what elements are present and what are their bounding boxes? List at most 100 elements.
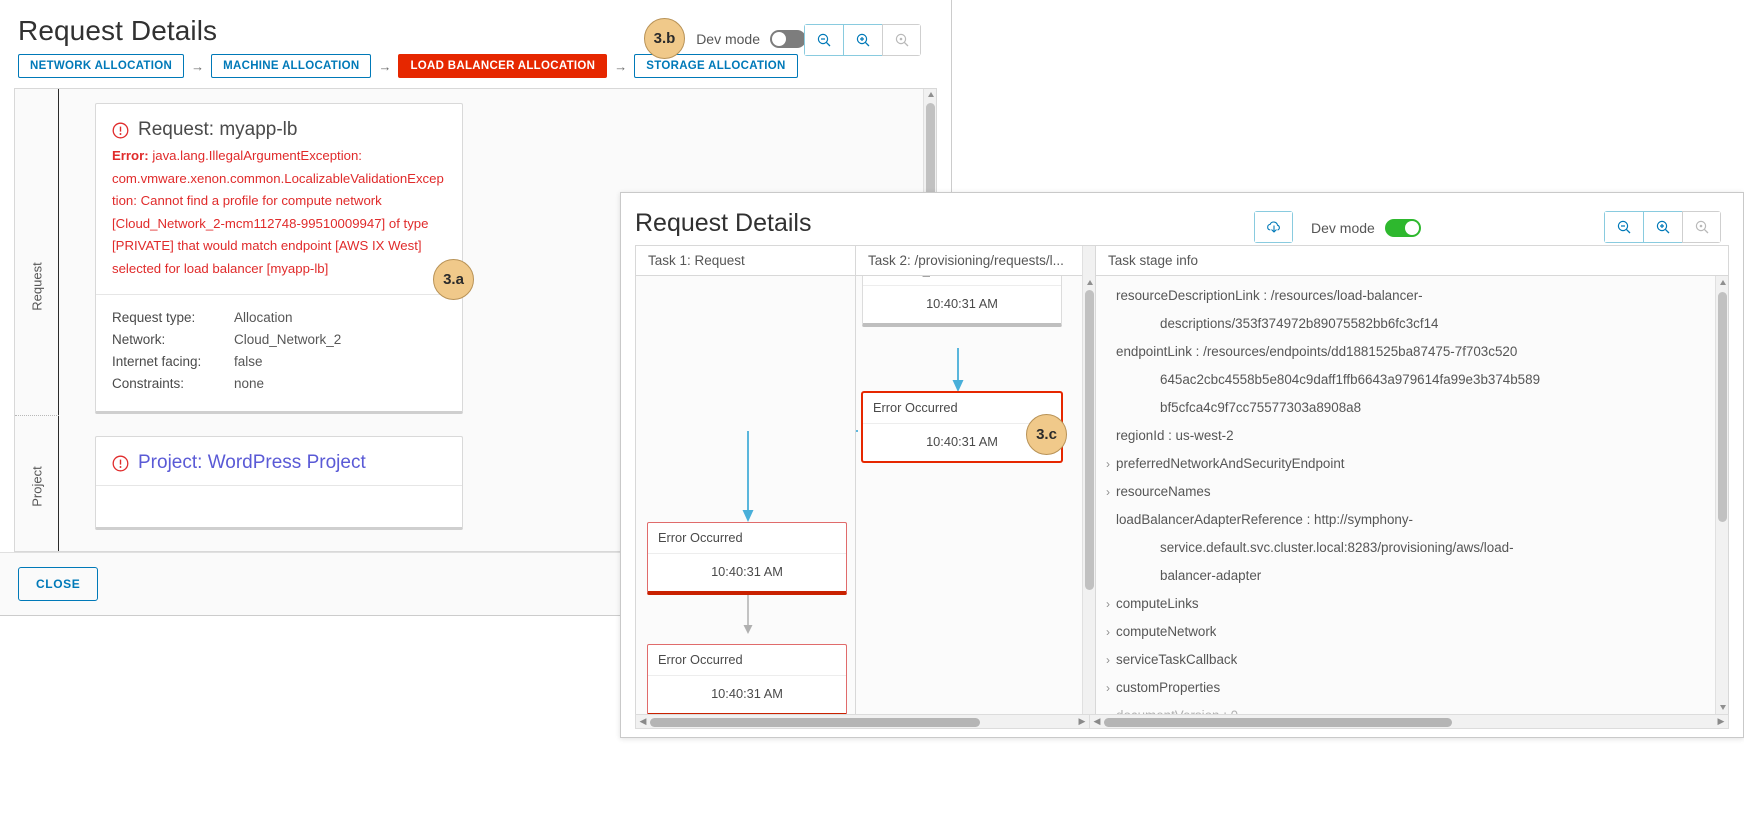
task-stage-info-body: resourceDescriptionLink : /resources/loa… [1096,276,1728,714]
task-node[interactable]: Error Occurred 10:40:31 AM [647,522,847,595]
info-panel-horizontal-scrollbar[interactable]: ◀ ▶ [1090,714,1729,729]
scrollbar-thumb[interactable] [1085,290,1094,590]
dialog2-title: Request Details [635,209,812,237]
info-row-text: resourceDescriptionLink : /resources/loa… [1116,288,1423,303]
zoom-fit-icon [1695,220,1708,234]
info-row-text: bf5cfca4c9f7cc75577303a8908a8 [1160,400,1362,415]
callout-3c: 3.c [1026,414,1067,455]
info-row-text: 645ac2cbc4558b5e804c9daff1ffb6643a979614… [1160,372,1541,387]
scroll-down-arrow-icon[interactable] [1719,705,1726,710]
info-row-text: balancer-adapter [1160,568,1262,583]
dev-mode-toggle[interactable] [770,30,806,48]
field-row: Request type: Allocation [112,307,446,329]
breadcrumb-chip-machine-allocation[interactable]: MACHINE ALLOCATION [211,54,372,78]
cloud-download-icon [1266,221,1280,233]
error-icon [112,455,129,471]
info-row-text: preferredNetworkAndSecurityEndpoint [1116,456,1345,471]
dev-mode-control[interactable]: Dev mode [696,30,806,48]
project-card-title-row[interactable]: Project: WordPress Project [112,451,446,475]
zoom-in-icon [856,33,870,47]
zoom-fit-button[interactable] [1682,211,1721,243]
task-column-2: Task 2: /provisioning/requests/l... SELE… [856,246,1096,714]
info-row-text: resourceNames [1116,484,1211,499]
info-row-expandable[interactable]: › serviceTaskCallback [1100,646,1706,674]
field-key: Constraints: [112,376,185,391]
field-key: Internet facing: [112,354,202,369]
task-node[interactable]: Error Occurred 10:40:31 AM [647,644,847,714]
scroll-up-arrow-icon[interactable] [1086,280,1093,285]
info-row: regionId : us-west-2 [1100,422,1706,450]
download-button[interactable] [1254,211,1293,243]
zoom-button-group [1604,211,1721,243]
chevron-right-icon[interactable]: › [1100,478,1116,506]
task-graph-and-info: Task 1: Request Error Occurred 10:40:31 … [635,245,1729,714]
scroll-right-arrow-icon[interactable]: ▶ [1714,714,1728,729]
info-row-text: computeLinks [1116,596,1199,611]
field-value: Cloud_Network_2 [234,332,342,347]
scrollbar-thumb[interactable] [1718,292,1727,522]
info-panel-vertical-scrollbar[interactable] [1715,276,1728,714]
zoom-in-button[interactable] [1643,211,1682,243]
rail-label-project: Project [29,466,44,507]
task-column-1-canvas: Error Occurred 10:40:31 AM Error Occurre… [636,276,855,714]
chevron-right-icon[interactable]: › [1100,674,1116,702]
screenshot-root: Request Details Dev mode 3.b NETWORK ALL… [0,0,1744,818]
field-value: false [234,354,263,369]
horizontal-scrollbars: ◀ ▶ ◀ ▶ [635,714,1729,729]
request-card-title-row: Request: myapp-lb [112,118,446,142]
info-row: balancer-adapter [1100,562,1706,590]
toggle-knob [772,32,786,46]
request-details-dialog-foreground: Request Details Dev mode Task 1: Request… [620,192,1744,738]
task-column-2-header: Task 2: /provisioning/requests/l... [856,246,1095,276]
scroll-up-arrow-icon[interactable] [1719,280,1726,285]
request-error-message: Error: java.lang.IllegalArgumentExceptio… [112,145,446,280]
chevron-right-icon[interactable]: › [1100,590,1116,618]
dev-mode-control[interactable]: Dev mode [1311,219,1421,237]
task-node-title: Error Occurred [648,645,846,676]
project-card: Project: WordPress Project [95,436,463,530]
chevron-right-icon[interactable]: › [1100,618,1116,646]
request-card-title: Request: myapp-lb [138,119,298,140]
dialog1-header: Request Details Dev mode 3.b [0,0,951,59]
task-node-time: 10:40:31 AM [711,686,783,701]
scroll-left-arrow-icon[interactable]: ◀ [1090,714,1104,729]
task-node[interactable]: SELECT_PROFILE 10:40:31 AM [862,276,1062,327]
zoom-in-button[interactable] [843,24,882,56]
close-button[interactable]: CLOSE [18,567,99,601]
dev-mode-toggle[interactable] [1384,219,1421,237]
field-row: Constraints: none [112,373,446,395]
info-row-expandable[interactable]: › resourceNames [1100,478,1706,506]
field-key: Network: [112,332,166,347]
dev-mode-label: Dev mode [696,31,760,47]
info-row: loadBalancerAdapterReference : http://sy… [1100,506,1706,534]
zoom-button-group [804,24,921,56]
task-stage-info-panel: Task stage info resourceDescriptionLink … [1096,246,1728,714]
zoom-in-icon [1656,220,1670,234]
scroll-right-arrow-icon[interactable]: ▶ [1075,714,1089,729]
section-rail: Request Project [15,89,59,551]
scrollbar-thumb[interactable] [1104,718,1452,727]
request-card-header: Request: myapp-lb Error: java.lang.Illeg… [96,104,462,290]
zoom-out-button[interactable] [1604,211,1643,243]
rail-spacer [59,89,95,551]
breadcrumb-chip-load-balancer-allocation[interactable]: LOAD BALANCER ALLOCATION [398,54,608,78]
info-row-expandable[interactable]: › customProperties [1100,674,1706,702]
scroll-up-arrow-icon[interactable] [927,92,934,97]
field-row: Internet facing: false [112,351,446,373]
info-row-expandable[interactable]: › computeLinks [1100,590,1706,618]
chevron-right-icon[interactable]: › [1100,646,1116,674]
task-graph-horizontal-scrollbar[interactable]: ◀ ▶ [635,714,1090,729]
task-graph-vertical-scrollbar[interactable] [1082,246,1095,714]
chevron-right-icon[interactable]: › [1100,450,1116,478]
info-row-text: customProperties [1116,680,1221,695]
request-fields: Request type: Allocation Network: Cloud_… [96,295,462,411]
task-column-2-canvas: SELECT_PROFILE 10:40:31 AM Error Occurre… [856,276,1095,714]
info-row-expandable[interactable]: › preferredNetworkAndSecurityEndpoint [1100,450,1706,478]
zoom-fit-button[interactable] [882,24,921,56]
zoom-out-button[interactable] [804,24,843,56]
scrollbar-thumb[interactable] [650,718,980,727]
scroll-left-arrow-icon[interactable]: ◀ [636,714,650,729]
info-row-expandable[interactable]: › computeNetwork [1100,618,1706,646]
breadcrumb-chip-network-allocation[interactable]: NETWORK ALLOCATION [18,54,185,78]
project-card-title: Project: WordPress Project [138,452,366,473]
